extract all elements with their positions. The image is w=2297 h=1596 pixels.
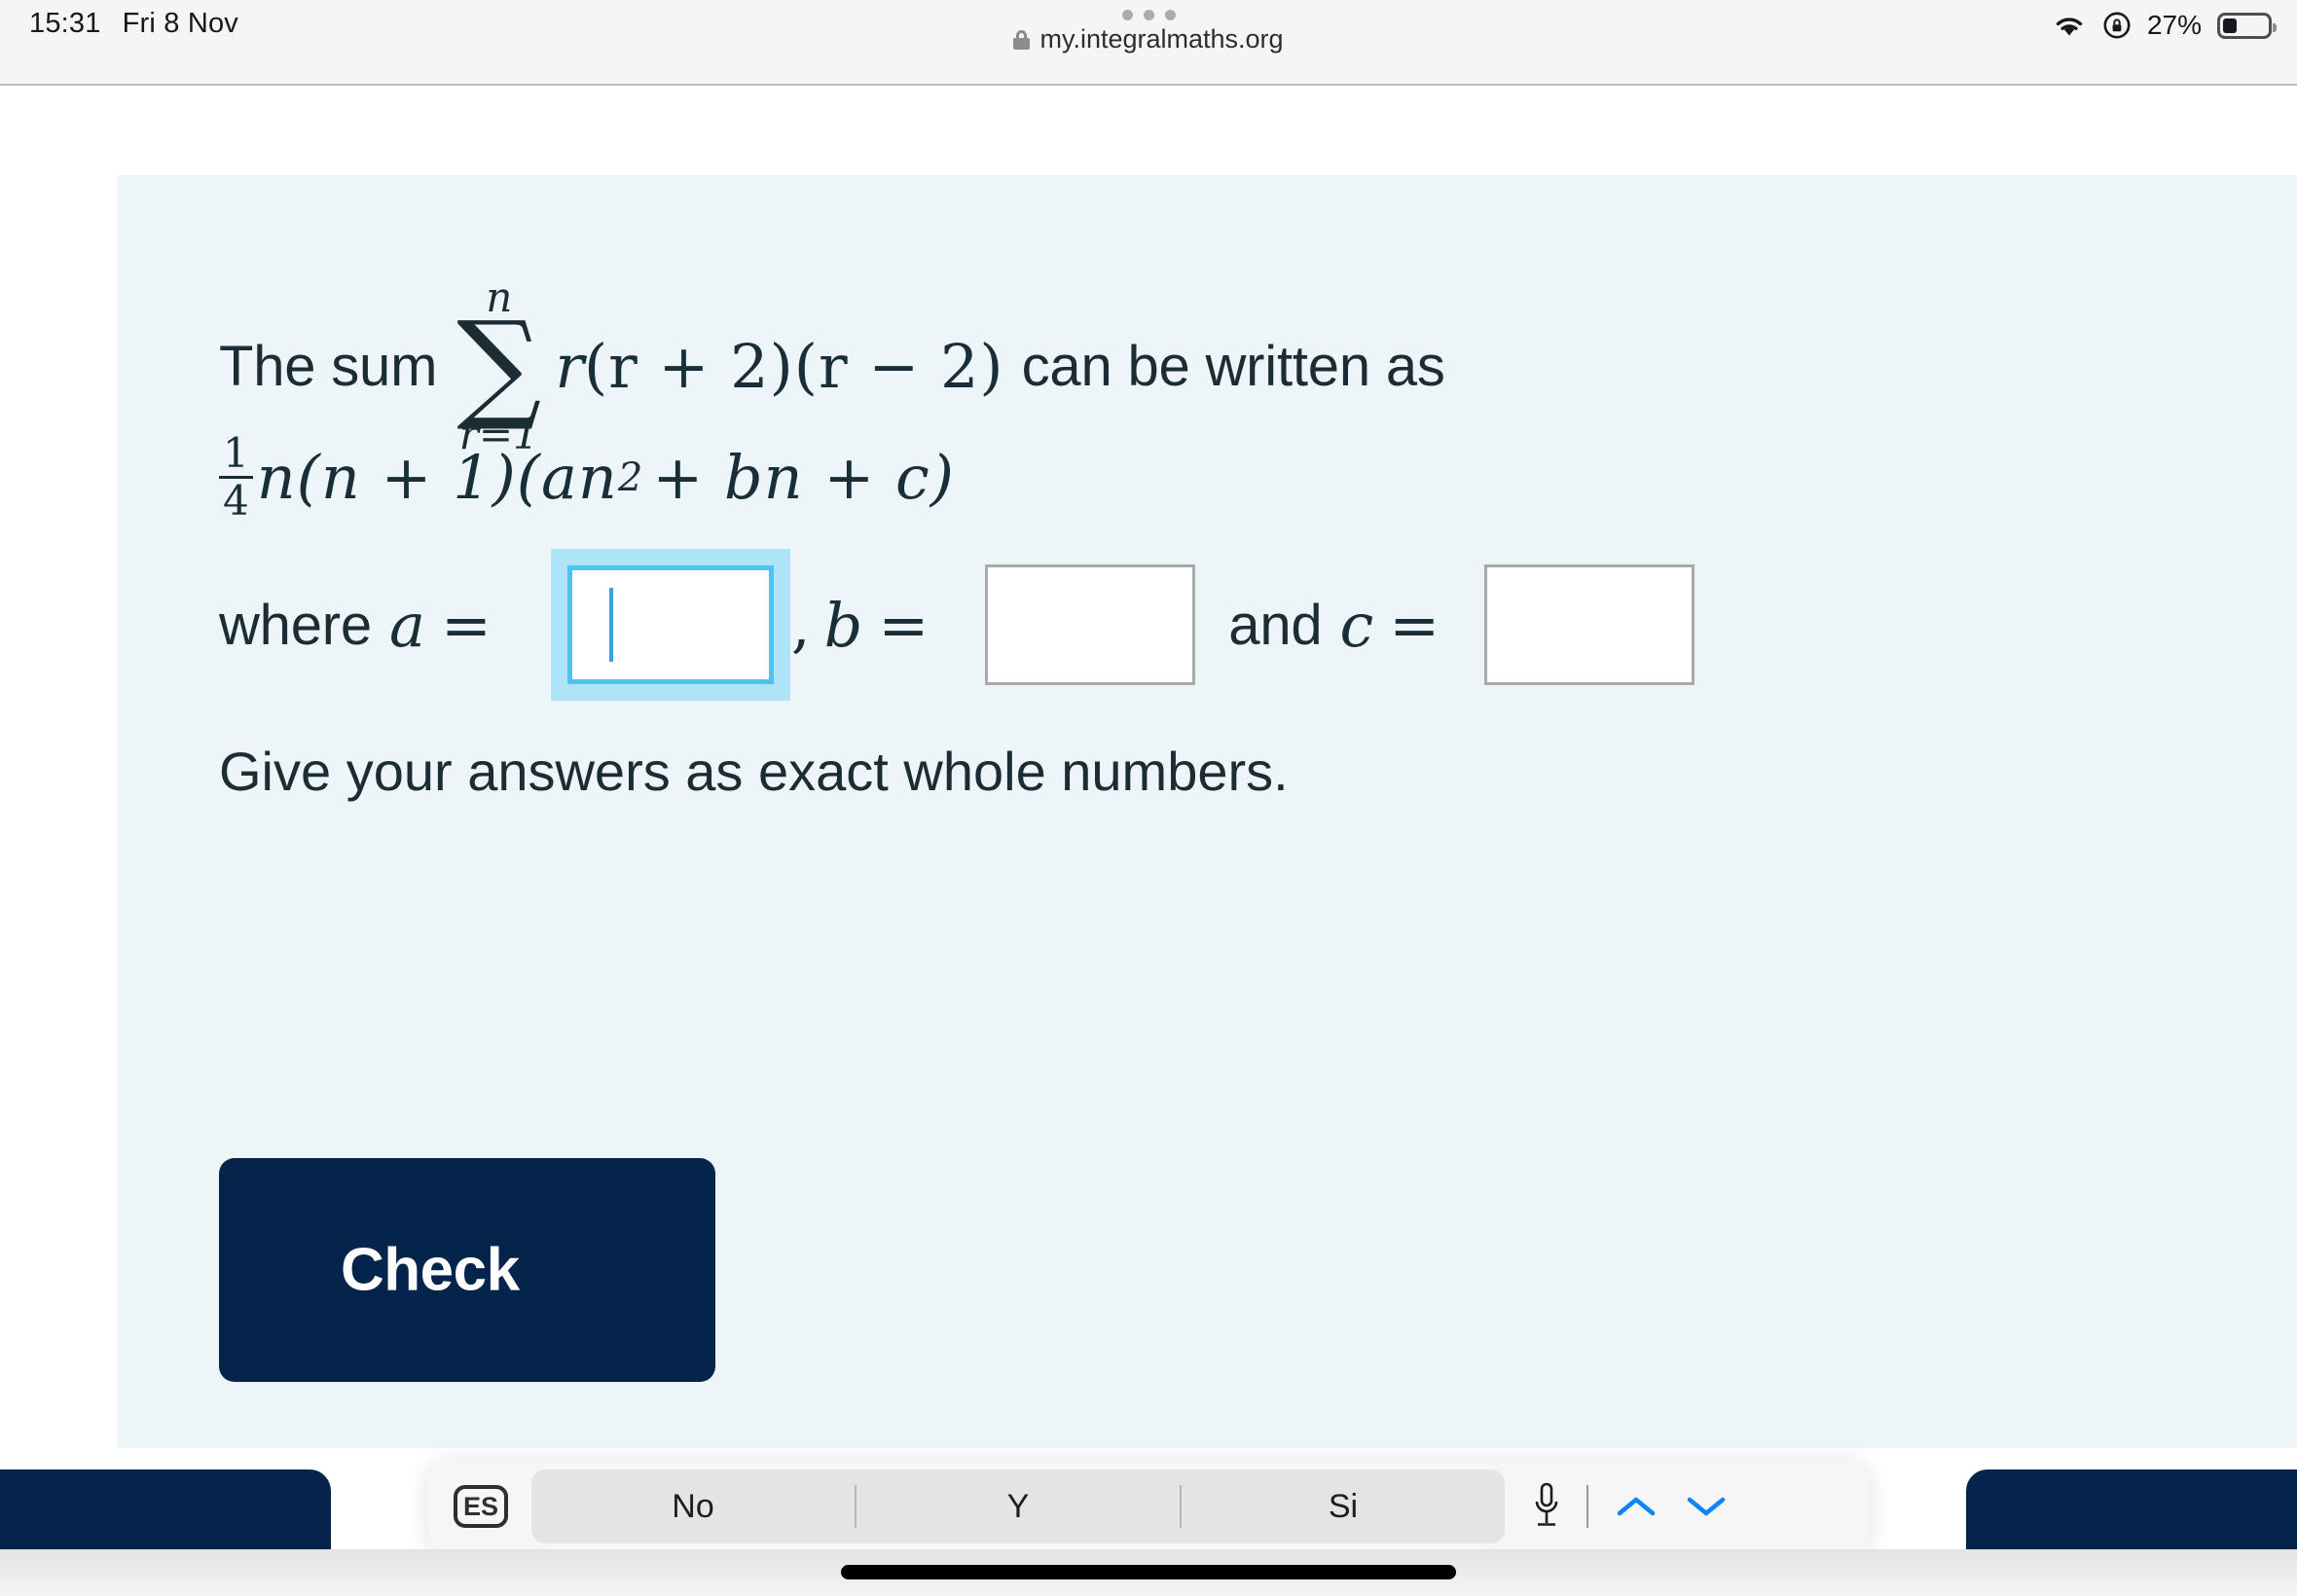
keyboard-predictive-toolbar: ES No Y Si <box>428 1460 1869 1553</box>
battery-percentage: 27% <box>2146 10 2202 40</box>
browser-url-area: my.integralmaths.org <box>0 10 2297 54</box>
fraction-numerator: 1 <box>223 429 249 477</box>
predictive-suggestions: No Y Si <box>531 1469 1505 1543</box>
check-button[interactable]: Check <box>219 1158 715 1382</box>
summand-expression: (r + 2)(r − 2) <box>583 330 1004 402</box>
ipad-screen: 15:31 Fri 8 Nov my.integralmaths.org 27%… <box>0 0 2297 1596</box>
closed-form-expression-part2: + bn + c) <box>652 442 955 513</box>
answer-conjunction-label: and <box>1228 593 1323 657</box>
web-page: The sum n ∑ r=1 r (r + 2)(r − 2) can be … <box>0 88 2297 1596</box>
rotation-lock-icon <box>2103 12 2131 39</box>
summand-variable: r <box>555 330 584 402</box>
toolbar-divider <box>1586 1485 1588 1528</box>
fraction-denominator: 4 <box>223 477 249 525</box>
answer-input-b[interactable] <box>985 564 1196 685</box>
summation-operator: n ∑ r=1 <box>456 277 541 455</box>
url-text: my.integralmaths.org <box>1039 24 1284 54</box>
answer-separator-comma: , <box>790 589 811 661</box>
keyboard-toolbar-controls <box>1532 1480 1729 1533</box>
answer-format-hint: Give your answers as exact whole numbers… <box>219 741 1289 802</box>
chevron-up-icon[interactable] <box>1614 1492 1659 1521</box>
answer-row: where a = , b = and c = <box>219 549 1695 701</box>
lock-icon <box>1013 29 1031 50</box>
equals-sign-c: = <box>1389 589 1440 661</box>
battery-icon <box>2217 12 2277 39</box>
question-trail-text: can be written as <box>1021 334 1445 398</box>
url-bar[interactable]: my.integralmaths.org <box>1013 24 1284 54</box>
equals-sign-b: = <box>878 589 930 661</box>
variable-c-label: c <box>1339 589 1374 661</box>
variable-a-label: a <box>388 589 425 661</box>
text-caret <box>608 588 613 662</box>
suggestion-3[interactable]: Si <box>1182 1488 1505 1526</box>
one-quarter-fraction: 1 4 <box>219 433 253 522</box>
answer-prefix-label: where <box>219 593 372 657</box>
question-line-2: 1 4 n(n + 1)(an 2 + bn + c) <box>219 433 955 522</box>
chevron-down-icon[interactable] <box>1684 1492 1729 1521</box>
question-line-1: The sum n ∑ r=1 r (r + 2)(r − 2) can be … <box>219 277 1445 455</box>
suggestion-1[interactable]: No <box>531 1488 855 1526</box>
equals-sign-a: = <box>440 589 492 661</box>
microphone-icon[interactable] <box>1532 1480 1561 1533</box>
wifi-icon <box>2056 18 2083 36</box>
question-lead-text: The sum <box>219 334 438 398</box>
answer-input-c[interactable] <box>1484 564 1695 685</box>
home-indicator-strip <box>0 1549 2297 1596</box>
language-badge[interactable]: ES <box>454 1485 508 1528</box>
three-dots-indicator <box>1121 10 1176 20</box>
closed-form-expression-part1: n(n + 1)(an <box>256 442 618 513</box>
answer-input-a[interactable] <box>550 549 790 701</box>
question-card: The sum n ∑ r=1 r (r + 2)(r − 2) can be … <box>117 175 2297 1448</box>
status-bar: 15:31 Fri 8 Nov my.integralmaths.org 27% <box>0 0 2297 86</box>
check-button-label: Check <box>341 1236 520 1304</box>
home-indicator[interactable] <box>841 1565 1456 1579</box>
sigma-symbol: ∑ <box>456 296 542 434</box>
suggestion-2[interactable]: Y <box>857 1488 1180 1526</box>
status-bar-right: 27% <box>2052 10 2277 41</box>
variable-b-label: b <box>823 589 863 661</box>
